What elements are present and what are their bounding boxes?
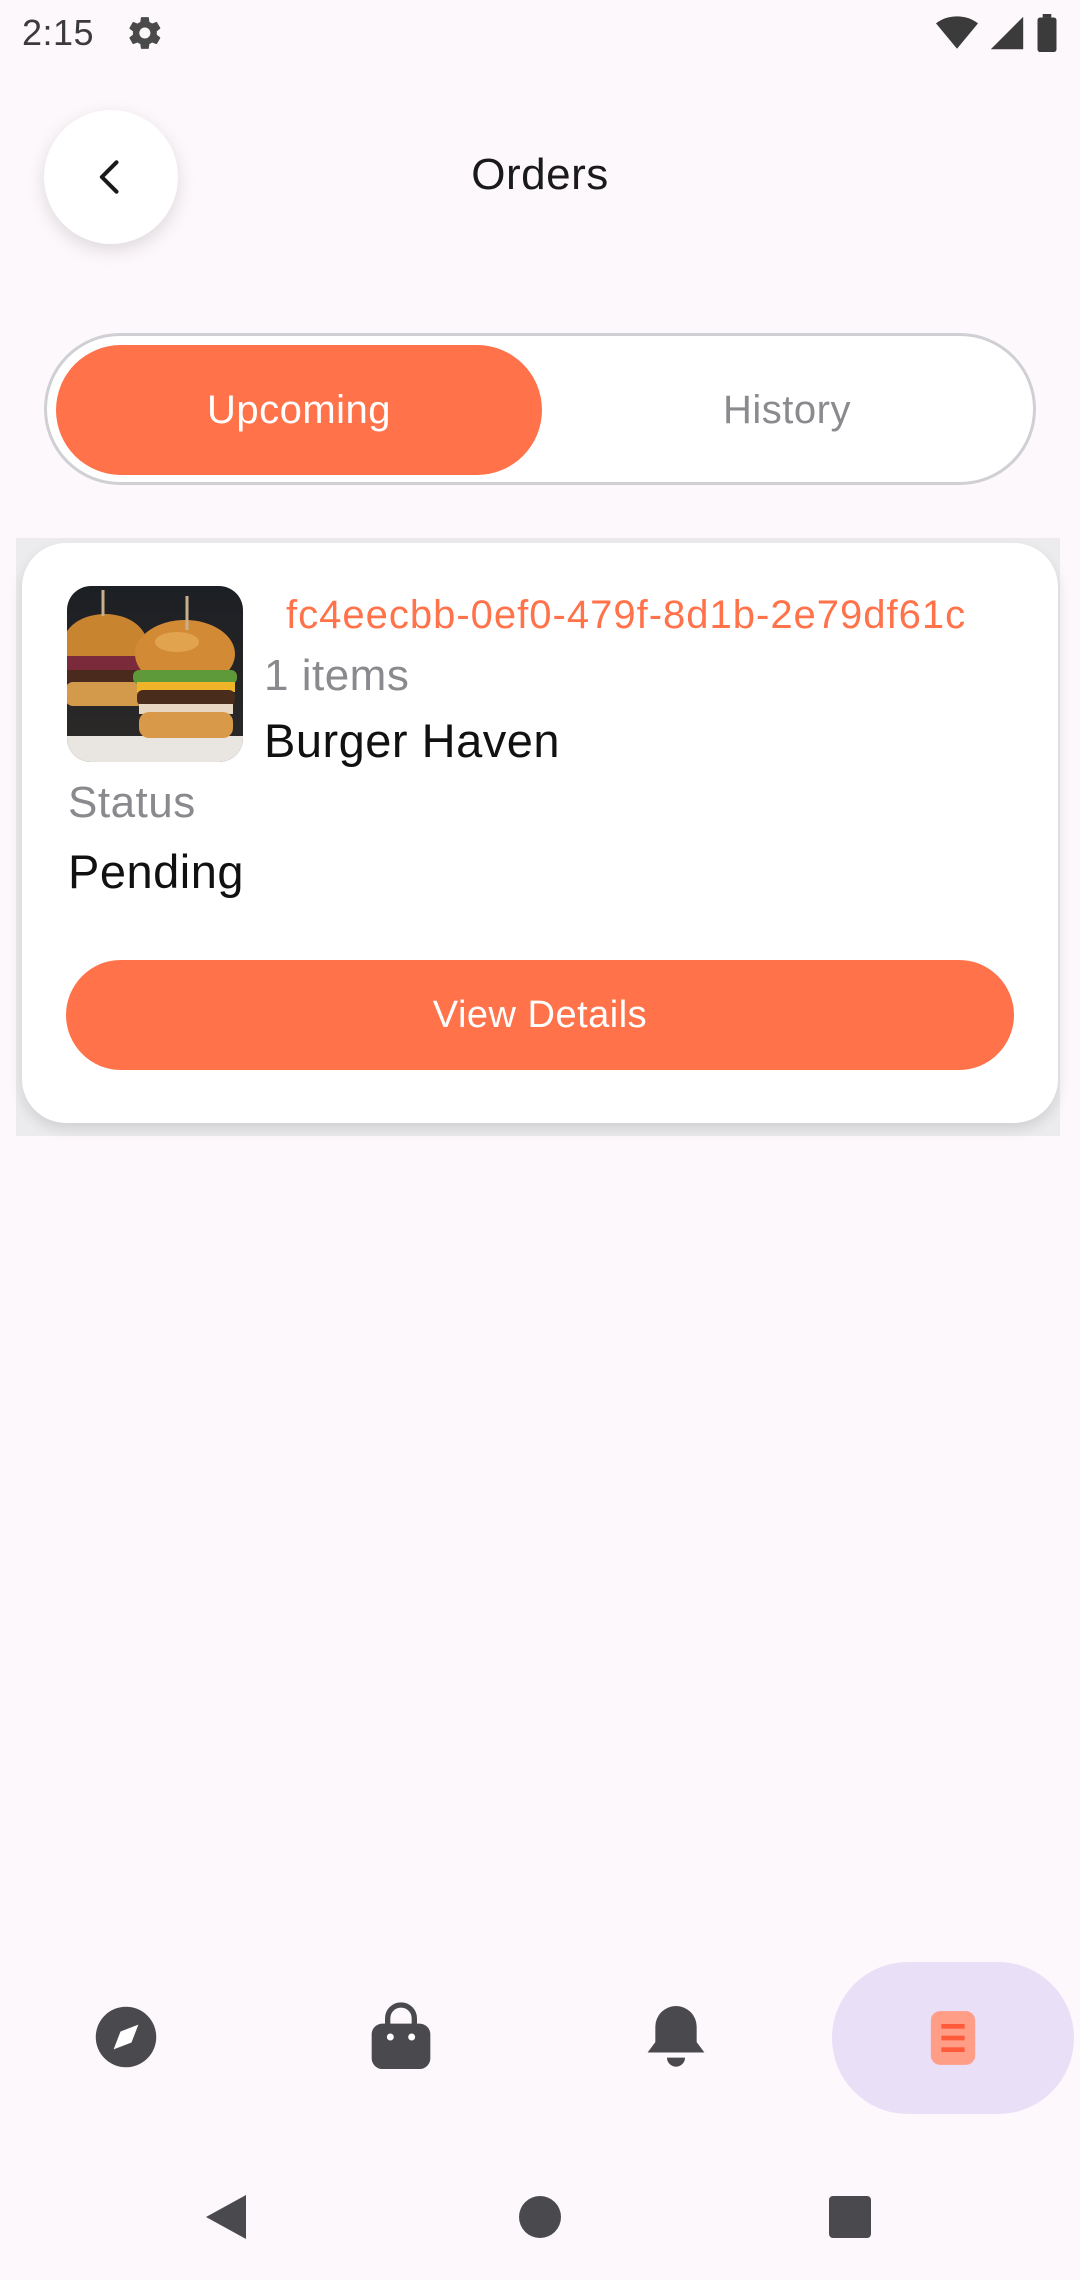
status-time: 2:15	[22, 12, 95, 53]
status-bar: 2:15	[0, 0, 1080, 66]
system-home-button[interactable]	[505, 2182, 575, 2252]
system-navigation-bar	[0, 2150, 1080, 2280]
order-id: fc4eecbb-0ef0-479f-8d1b-2e79df61c	[286, 593, 967, 637]
system-recents-button[interactable]	[815, 2182, 885, 2252]
order-tabs: Upcoming History	[44, 333, 1036, 485]
status-icons	[936, 14, 1058, 52]
tab-upcoming[interactable]: Upcoming	[56, 345, 542, 475]
page-title: Orders	[471, 150, 609, 199]
status-value: Pending	[68, 845, 244, 898]
orders-screen: 2:15 Orders Upcoming History fc4eecbb-0e…	[0, 0, 1080, 2280]
square-recents-icon	[829, 2196, 871, 2238]
nav-item-notifications[interactable]	[576, 1962, 776, 2112]
system-back-button[interactable]	[191, 2182, 261, 2252]
compass-icon	[95, 2006, 157, 2068]
cellular-signal-icon	[990, 16, 1024, 50]
restaurant-name: Burger Haven	[264, 714, 560, 767]
triangle-back-icon	[206, 2195, 246, 2239]
item-count: 1 items	[264, 651, 410, 700]
nav-item-explore[interactable]	[26, 1962, 226, 2112]
bottom-navigation	[0, 1932, 1080, 2132]
nav-item-cart[interactable]	[301, 1962, 501, 2112]
circle-home-icon	[519, 2196, 561, 2238]
shopping-bag-icon	[371, 2002, 431, 2069]
view-details-button[interactable]: View Details	[66, 960, 1014, 1070]
order-card[interactable]: fc4eecbb-0ef0-479f-8d1b-2e79df61c 1 item…	[22, 543, 1058, 1123]
nav-item-orders[interactable]	[832, 1962, 1074, 2114]
tab-history[interactable]: History	[544, 345, 1030, 475]
settings-gear-icon	[129, 17, 161, 49]
battery-icon	[1037, 14, 1057, 52]
restaurant-thumbnail	[67, 586, 243, 762]
bell-icon	[647, 2006, 705, 2067]
wifi-icon	[936, 16, 978, 49]
status-label: Status	[68, 778, 196, 827]
burger-image	[67, 586, 243, 762]
orders-list-icon	[930, 2011, 976, 2065]
